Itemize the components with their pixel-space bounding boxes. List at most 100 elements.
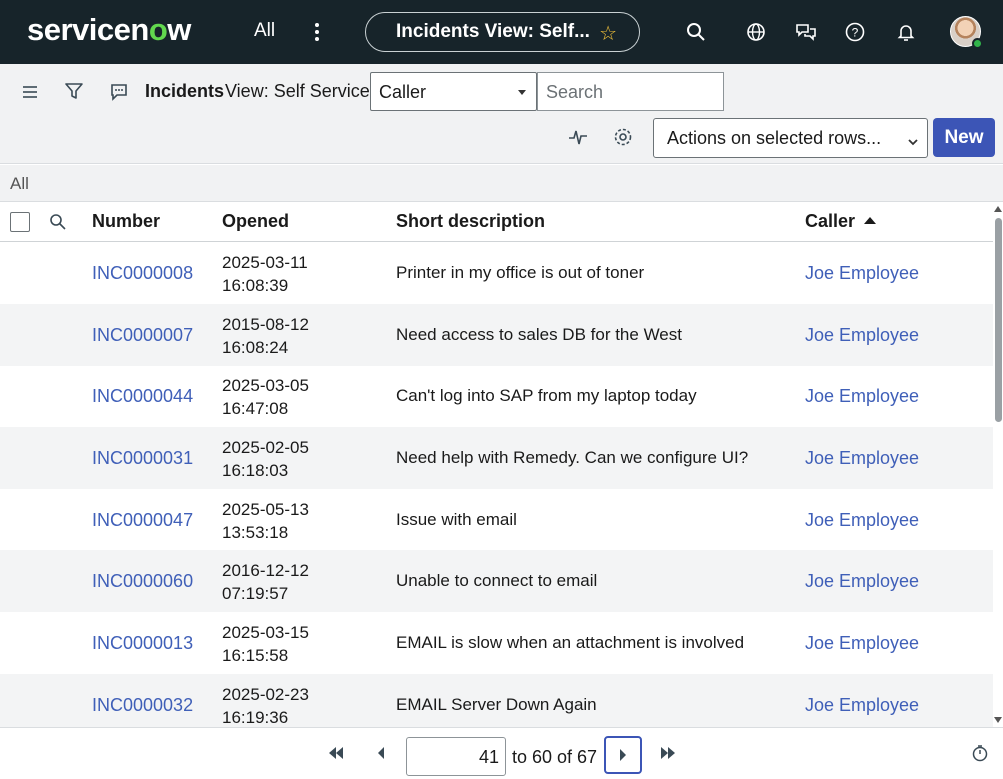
opened-time: 16:08:39: [222, 276, 289, 295]
context-title: Incidents View: Self...: [396, 21, 590, 42]
caller-link[interactable]: Joe Employee: [805, 695, 919, 716]
gear-icon[interactable]: [612, 126, 634, 148]
list-view-label[interactable]: View: Self Service: [225, 81, 370, 102]
scrollbar-thumb[interactable]: [995, 218, 1002, 422]
search-icon[interactable]: [47, 211, 69, 233]
caller-link[interactable]: Joe Employee: [805, 325, 919, 346]
opened-time: 07:19:57: [222, 584, 289, 603]
select-all-checkbox[interactable]: [10, 212, 30, 232]
short-description-cell: EMAIL is slow when an attachment is invo…: [396, 633, 745, 652]
short-description-cell: EMAIL Server Down Again: [396, 695, 597, 714]
breadcrumb-bar: All: [0, 165, 1003, 202]
column-header-short-description[interactable]: Short description: [396, 211, 545, 232]
chat-icon[interactable]: [794, 20, 818, 44]
first-page-icon[interactable]: [321, 738, 351, 768]
caller-link[interactable]: Joe Employee: [805, 571, 919, 592]
caller-link[interactable]: Joe Employee: [805, 448, 919, 469]
comment-icon[interactable]: [108, 81, 130, 103]
all-menu-button[interactable]: All: [254, 20, 275, 42]
help-icon[interactable]: ?: [843, 20, 867, 44]
incident-number-link[interactable]: INC0000060: [92, 571, 193, 592]
incident-number-link[interactable]: INC0000044: [92, 386, 193, 407]
next-page-button[interactable]: [604, 736, 642, 774]
opened-date: 2025-03-11: [222, 253, 308, 272]
caller-link[interactable]: Joe Employee: [805, 633, 919, 654]
opened-time: 13:53:18: [222, 523, 289, 542]
opened-time: 16:18:03: [222, 461, 289, 480]
more-options-icon[interactable]: [310, 18, 324, 46]
new-button[interactable]: New: [933, 118, 995, 157]
chevron-down-icon: [518, 90, 526, 95]
opened-date: 2025-03-05: [222, 376, 309, 395]
table-scrollbar[interactable]: [993, 202, 1003, 727]
incident-number-link[interactable]: INC0000047: [92, 510, 193, 531]
incident-number-link[interactable]: INC0000032: [92, 695, 193, 716]
opened-date: 2025-03-15: [222, 623, 309, 642]
table-row: INC0000031 2025-02-05 16:18:03 Need help …: [0, 427, 993, 489]
opened-cell: 2025-03-15 16:15:58: [222, 621, 309, 667]
online-status-icon: [972, 38, 983, 49]
caller-link[interactable]: Joe Employee: [805, 510, 919, 531]
top-header: servicenow All Incidents View: Self... ☆…: [0, 0, 1003, 64]
table-row: INC0000032 2025-02-23 16:19:36 EMAIL Serv…: [0, 674, 993, 727]
servicenow-logo[interactable]: servicenow: [27, 12, 191, 48]
last-page-icon[interactable]: [653, 738, 683, 768]
opened-cell: 2025-03-05 16:47:08: [222, 374, 309, 420]
opened-cell: 2016-12-12 07:19:57: [222, 559, 309, 605]
opened-cell: 2015-08-12 16:08:24: [222, 313, 309, 359]
chevron-down-icon: [907, 132, 919, 153]
next-page-icon: [620, 749, 626, 761]
filter-icon[interactable]: [63, 80, 85, 102]
opened-cell: 2025-02-23 16:19:36: [222, 683, 309, 727]
column-header-opened[interactable]: Opened: [222, 211, 289, 232]
incident-number-link[interactable]: INC0000008: [92, 263, 193, 284]
opened-date: 2025-02-23: [222, 685, 309, 704]
logo-text-o: o: [148, 12, 168, 47]
page-number-input[interactable]: 41: [406, 737, 506, 776]
search-field-select[interactable]: Caller: [370, 72, 537, 111]
hamburger-menu-icon[interactable]: [19, 81, 41, 103]
opened-time: 16:15:58: [222, 646, 289, 665]
globe-icon[interactable]: [744, 20, 768, 44]
short-description-cell: Printer in my office is out of toner: [396, 263, 645, 282]
list-toolbar: Incidents View: Self Service Caller Sear…: [0, 64, 1003, 164]
search-icon[interactable]: [684, 20, 708, 44]
sort-ascending-icon: [864, 217, 877, 224]
caller-link[interactable]: Joe Employee: [805, 263, 919, 284]
incident-number-link[interactable]: INC0000031: [92, 448, 193, 469]
user-avatar[interactable]: [950, 16, 983, 49]
table-row: INC0000044 2025-03-05 16:47:08 Can't log …: [0, 365, 993, 427]
opened-cell: 2025-05-13 13:53:18: [222, 498, 309, 544]
column-header-number[interactable]: Number: [92, 211, 160, 232]
opened-time: 16:47:08: [222, 399, 289, 418]
opened-date: 2016-12-12: [222, 561, 309, 580]
table-row: INC0000060 2016-12-12 07:19:57 Unable to …: [0, 550, 993, 612]
star-icon[interactable]: ☆: [599, 21, 617, 46]
caller-link[interactable]: Joe Employee: [805, 386, 919, 407]
scroll-up-icon[interactable]: [994, 206, 1002, 212]
svg-text:?: ?: [852, 26, 859, 40]
column-header-caller[interactable]: Caller: [805, 211, 877, 232]
short-description-cell: Need help with Remedy. Can we configure …: [396, 448, 749, 467]
opened-date: 2015-08-12: [222, 315, 309, 334]
opened-time: 16:08:24: [222, 338, 289, 357]
search-field-value: Caller: [379, 82, 427, 102]
actions-select[interactable]: Actions on selected rows...: [653, 118, 928, 158]
opened-cell: 2025-02-05 16:18:03: [222, 436, 309, 482]
logo-text-main: servicen: [27, 12, 149, 47]
list-title[interactable]: Incidents: [145, 81, 224, 102]
context-title-pill[interactable]: Incidents View: Self... ☆: [365, 12, 640, 52]
incident-number-link[interactable]: INC0000013: [92, 633, 193, 654]
actions-select-value: Actions on selected rows...: [667, 128, 882, 148]
activity-icon[interactable]: [567, 126, 589, 148]
logo-text-end: w: [167, 12, 191, 47]
bell-icon[interactable]: [894, 20, 918, 44]
short-description-cell: Issue with email: [396, 510, 517, 529]
timer-icon[interactable]: [965, 738, 995, 768]
breadcrumb[interactable]: All: [10, 174, 29, 194]
previous-page-icon[interactable]: [366, 738, 396, 768]
incident-number-link[interactable]: INC0000007: [92, 325, 193, 346]
scroll-down-icon[interactable]: [994, 717, 1002, 723]
search-input[interactable]: Search: [537, 72, 724, 111]
opened-date: 2025-05-13: [222, 500, 309, 519]
